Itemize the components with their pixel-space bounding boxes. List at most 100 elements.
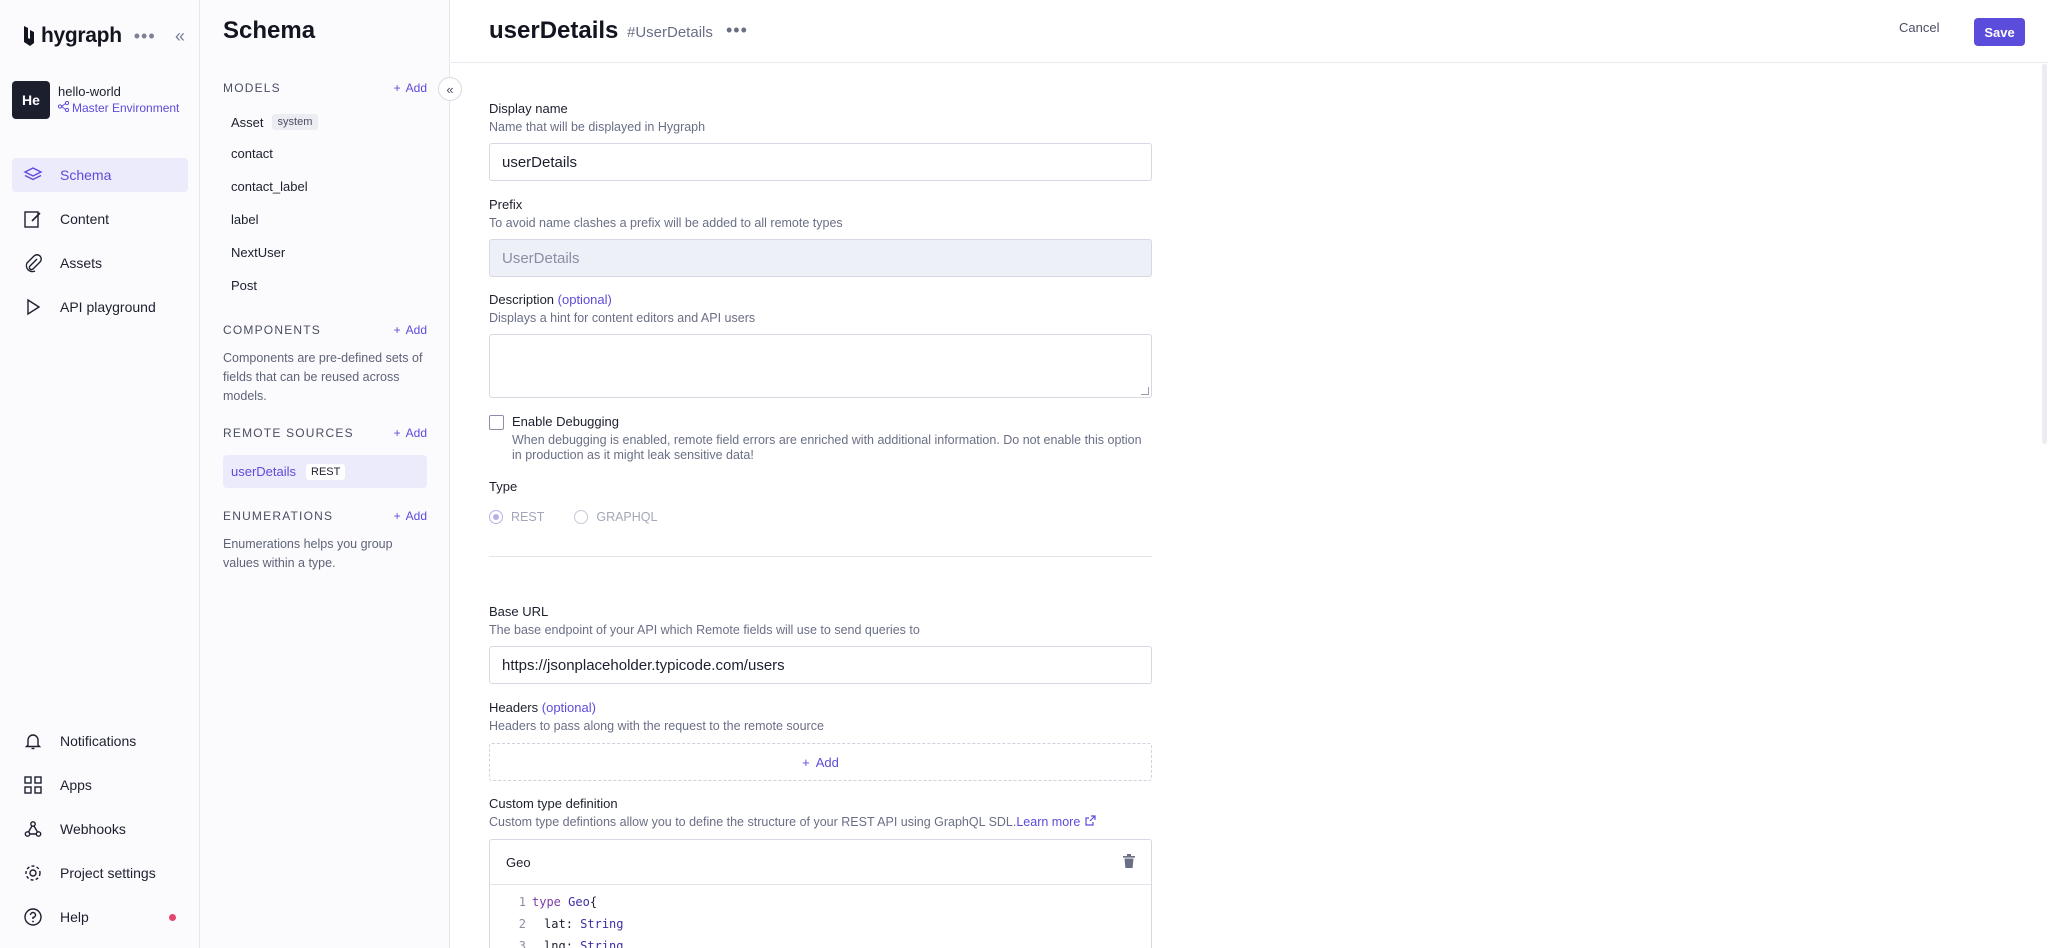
nav-label: Content bbox=[60, 211, 110, 227]
type-radio-rest[interactable] bbox=[489, 510, 503, 524]
headers-label: Headers (optional) bbox=[489, 700, 596, 715]
components-description: Components are pre-defined sets of field… bbox=[223, 351, 423, 403]
type-radio-graphql[interactable] bbox=[574, 510, 589, 524]
base-url-hint: The base endpoint of your API which Remo… bbox=[489, 623, 920, 637]
add-remote-source-button[interactable]: + Add bbox=[394, 426, 427, 440]
display-name-label: Display name bbox=[489, 101, 568, 116]
nav-item-apps[interactable]: Apps bbox=[12, 768, 188, 802]
custom-type-name: Geo bbox=[506, 854, 531, 870]
plus-icon: + bbox=[802, 754, 810, 770]
model-item-post[interactable]: Post bbox=[231, 278, 257, 293]
description-label: Description (optional) bbox=[489, 292, 612, 307]
brand-row: hygraph ••• « bbox=[20, 22, 185, 50]
type-option-rest: REST bbox=[511, 510, 545, 524]
rest-badge: REST bbox=[306, 463, 346, 480]
nav-item-help[interactable]: Help bbox=[12, 900, 188, 934]
description-hint: Displays a hint for content editors and … bbox=[489, 311, 756, 325]
paperclip-icon bbox=[22, 252, 44, 274]
add-component-button[interactable]: + Add bbox=[394, 323, 427, 337]
cancel-button[interactable]: Cancel bbox=[1899, 20, 1939, 35]
trash-icon[interactable] bbox=[1123, 853, 1135, 871]
remote-sources-section-header: REMOTE SOURCES + Add bbox=[223, 424, 427, 442]
more-icon[interactable]: ••• bbox=[134, 26, 156, 47]
model-item-contact[interactable]: contact bbox=[231, 146, 273, 161]
more-options-icon[interactable]: ••• bbox=[726, 20, 748, 41]
nav-item-api-playground[interactable]: API playground bbox=[12, 290, 188, 324]
nav-label: Project settings bbox=[60, 865, 156, 881]
type-option-graphql: GRAPHQL bbox=[596, 510, 658, 524]
custom-type-card-geo: Geo 1 type Geo { 2 lat: String 3 lng: St… bbox=[489, 839, 1152, 948]
enumerations-label: ENUMERATIONS bbox=[223, 509, 334, 523]
display-name-hint: Name that will be displayed in Hygraph bbox=[489, 120, 706, 134]
plus-icon: + bbox=[393, 426, 401, 440]
components-section-header: COMPONENTS + Add bbox=[223, 321, 427, 339]
code-line: 3 lng: String bbox=[518, 939, 624, 948]
environment-link[interactable]: Master Environment bbox=[57, 100, 180, 116]
nav-label: Assets bbox=[60, 255, 103, 271]
section-divider bbox=[489, 556, 1152, 557]
project-switcher[interactable]: He hello-world Master Environment bbox=[12, 80, 192, 120]
components-label: COMPONENTS bbox=[223, 323, 322, 337]
nav-label: Apps bbox=[60, 777, 92, 793]
page-header: userDetails #UserDetails ••• Cancel Save bbox=[451, 0, 2048, 63]
schema-panel: Schema MODELS + Add Asset system contact … bbox=[200, 0, 450, 948]
prefix-label: Prefix bbox=[489, 197, 523, 212]
custom-type-label: Custom type definition bbox=[489, 796, 618, 811]
display-name-input[interactable]: userDetails bbox=[489, 143, 1152, 181]
scrollbar[interactable] bbox=[2042, 64, 2047, 444]
base-url-label: Base URL bbox=[489, 604, 549, 619]
description-textarea[interactable] bbox=[489, 334, 1152, 398]
headers-hint: Headers to pass along with the request t… bbox=[489, 719, 824, 733]
prefix-hint: To avoid name clashes a prefix will be a… bbox=[489, 216, 843, 230]
prefix-input: UserDetails bbox=[489, 239, 1152, 277]
collapse-nav-icon[interactable]: « bbox=[175, 26, 185, 47]
nav-item-content[interactable]: Content bbox=[12, 202, 188, 236]
nav-item-project-settings[interactable]: Project settings bbox=[12, 856, 188, 890]
gear-icon bbox=[22, 862, 44, 884]
base-url-input[interactable]: https://jsonplaceholder.typicode.com/use… bbox=[489, 646, 1152, 684]
model-item-nextuser[interactable]: NextUser bbox=[231, 245, 285, 260]
main-nav: hygraph ••• « He hello-world Master Envi… bbox=[0, 0, 200, 948]
schema-title: Schema bbox=[223, 17, 316, 44]
learn-more-link[interactable]: Learn more bbox=[1016, 815, 1080, 829]
nav-item-schema[interactable]: Schema bbox=[12, 158, 188, 192]
add-header-button[interactable]: + Add bbox=[489, 743, 1152, 781]
api-id: #UserDetails bbox=[627, 24, 713, 41]
layers-icon bbox=[22, 164, 44, 186]
notification-dot bbox=[169, 914, 176, 921]
edit-icon bbox=[22, 208, 44, 230]
enumerations-section-header: ENUMERATIONS + Add bbox=[223, 507, 427, 525]
environment-name: Master Environment bbox=[72, 101, 180, 115]
add-enumeration-button[interactable]: + Add bbox=[394, 509, 427, 523]
plus-icon: + bbox=[393, 81, 401, 95]
code-line: 2 lat: String bbox=[518, 917, 624, 931]
enumerations-description: Enumerations helps you group values with… bbox=[223, 537, 393, 570]
bell-icon bbox=[22, 730, 44, 752]
resize-handle[interactable] bbox=[1141, 387, 1149, 395]
add-model-button[interactable]: + Add bbox=[394, 81, 427, 95]
plus-icon: + bbox=[393, 509, 401, 523]
collapse-panel-icon[interactable]: « bbox=[438, 77, 462, 101]
nav-item-webhooks[interactable]: Webhooks bbox=[12, 812, 188, 846]
remote-source-item-userdetails[interactable]: userDetails REST bbox=[223, 455, 427, 488]
custom-type-hint: Custom type defintions allow you to defi… bbox=[489, 815, 1096, 829]
model-item-asset[interactable]: Asset system bbox=[231, 114, 319, 130]
nav-label: API playground bbox=[60, 299, 156, 315]
model-item-label[interactable]: label bbox=[231, 212, 258, 227]
model-item-contact-label[interactable]: contact_label bbox=[231, 179, 308, 194]
branch-icon bbox=[57, 100, 70, 116]
custom-type-card-header: Geo bbox=[490, 840, 1151, 885]
plus-icon: + bbox=[393, 323, 401, 337]
page-title: userDetails bbox=[489, 17, 619, 44]
save-button[interactable]: Save bbox=[1974, 18, 2025, 46]
nav-item-notifications[interactable]: Notifications bbox=[12, 724, 188, 758]
external-link-icon[interactable] bbox=[1085, 815, 1096, 829]
enable-debugging-checkbox[interactable] bbox=[489, 415, 504, 430]
type-radio-group: REST GRAPHQL bbox=[489, 510, 657, 524]
help-icon bbox=[22, 906, 44, 928]
code-editor[interactable]: 1 type Geo { 2 lat: String 3 lng: String bbox=[490, 885, 1151, 948]
nav-label: Webhooks bbox=[60, 821, 126, 837]
models-label: MODELS bbox=[223, 81, 281, 95]
nav-item-assets[interactable]: Assets bbox=[12, 246, 188, 280]
enable-debugging-label: Enable Debugging bbox=[512, 414, 619, 429]
